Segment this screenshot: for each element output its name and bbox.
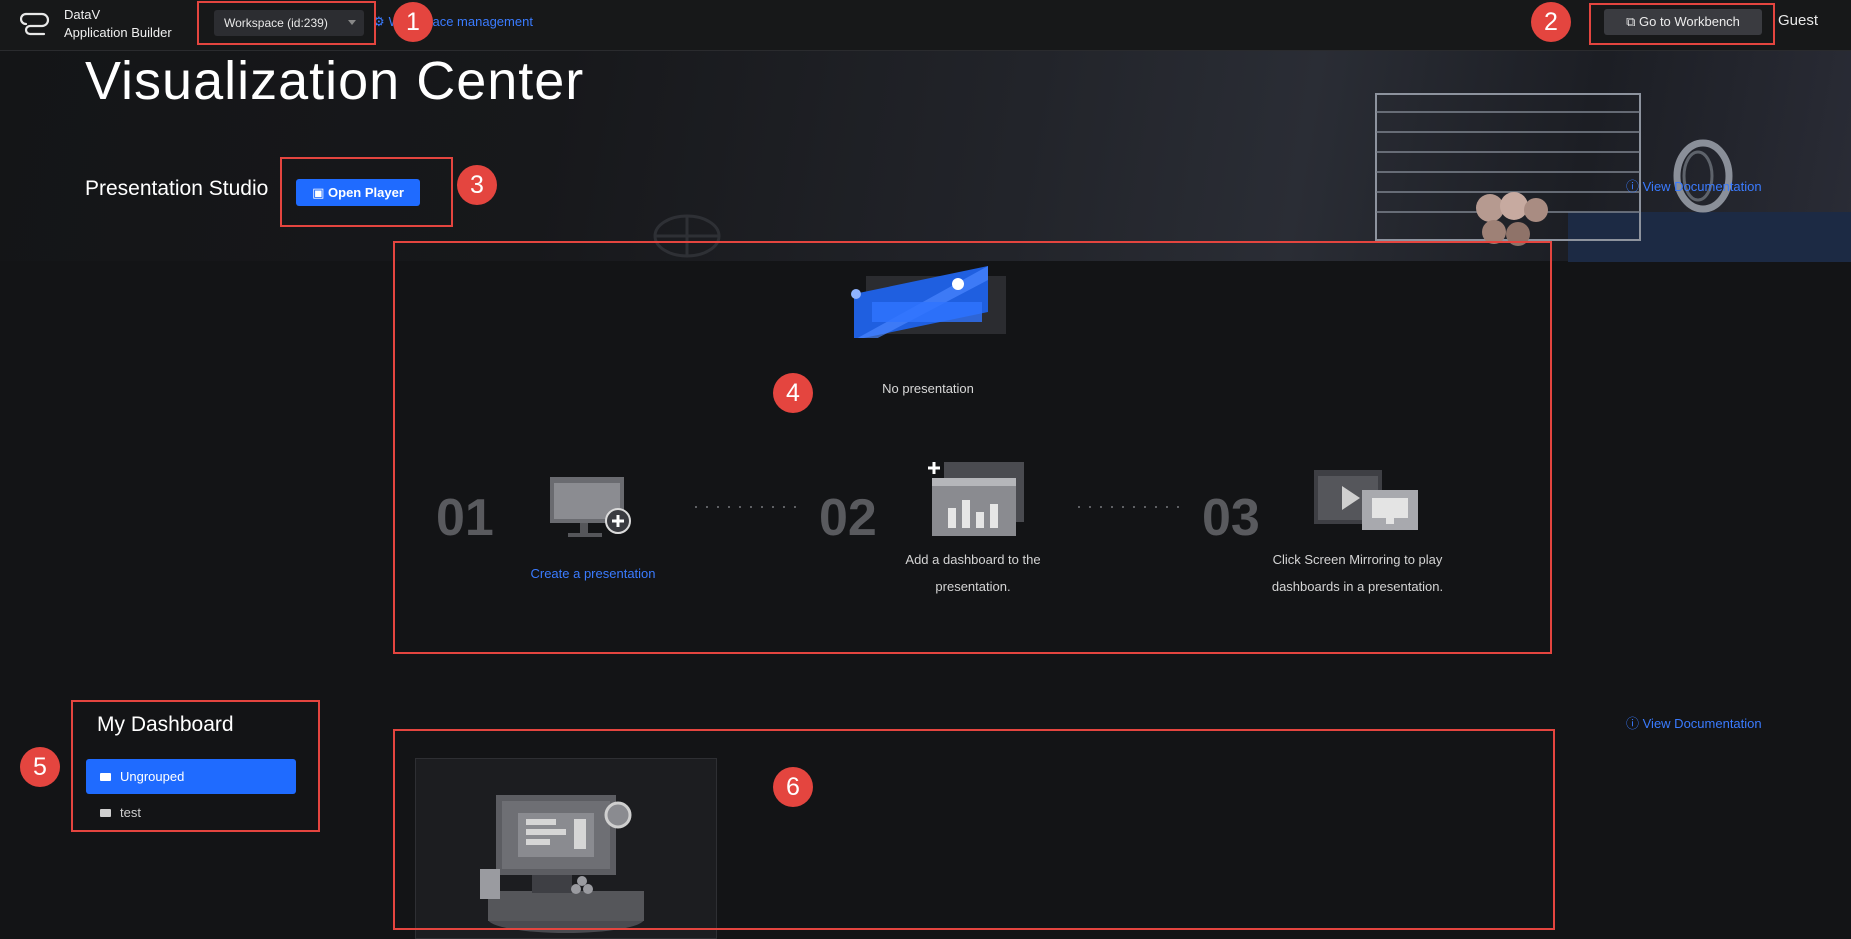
- annotation-box-3: [280, 157, 453, 227]
- annotation-badge-3: 3: [457, 165, 497, 205]
- view-documentation-link[interactable]: ⓘ View Documentation: [1626, 176, 1762, 195]
- annotation-box-6: [393, 729, 1555, 930]
- annotation-box-2: [1589, 3, 1775, 45]
- annotation-badge-4: 4: [773, 373, 813, 413]
- help-circle-icon: ⓘ: [1626, 179, 1643, 194]
- annotation-badge-5: 5: [20, 747, 60, 787]
- annotation-box-5: [71, 700, 320, 832]
- presentation-studio-heading: Presentation Studio: [85, 177, 269, 200]
- brand-line-1: DataV: [64, 7, 101, 22]
- datav-logo-icon[interactable]: [20, 10, 50, 36]
- annotation-box-1: [197, 1, 376, 45]
- annotation-badge-6: 6: [773, 767, 813, 807]
- brand-name: DataV Application Builder: [64, 6, 172, 42]
- help-circle-icon: ⓘ: [1626, 716, 1643, 731]
- page-title: Visualization Center: [85, 51, 585, 111]
- brand-line-2: Application Builder: [64, 25, 172, 40]
- annotation-box-4: [393, 241, 1552, 654]
- annotation-badge-2: 2: [1531, 2, 1571, 42]
- annotation-badge-1: 1: [393, 2, 433, 42]
- user-name[interactable]: Guest: [1778, 12, 1818, 29]
- view-documentation-label: View Documentation: [1642, 179, 1762, 194]
- view-documentation-link[interactable]: ⓘ View Documentation: [1626, 713, 1762, 732]
- view-documentation-label: View Documentation: [1642, 716, 1762, 731]
